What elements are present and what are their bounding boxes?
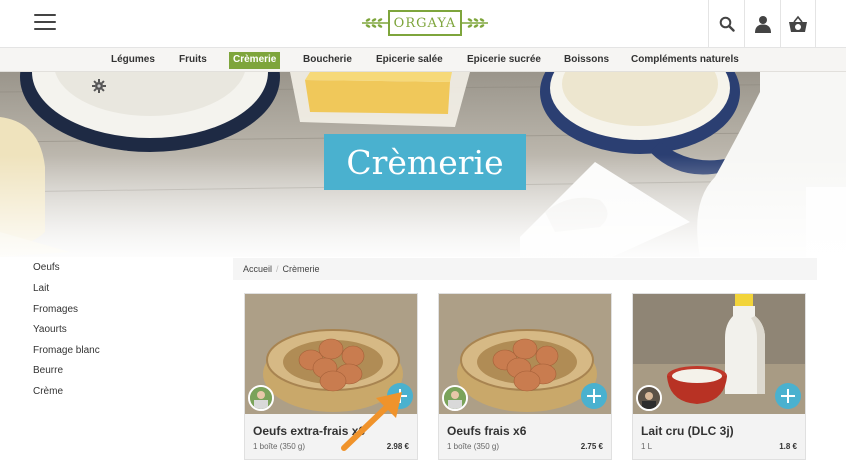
logo-text: ORGAYA [393, 15, 457, 31]
sidebar-item-beurre[interactable]: Beurre [33, 365, 63, 376]
product-quantity: 1 L [641, 442, 653, 451]
pointer-arrow-icon [341, 392, 402, 451]
page-title: Crèmerie [324, 134, 526, 190]
sidebar-item-creme[interactable]: Crème [33, 386, 63, 397]
wheat-left-icon [362, 18, 388, 28]
nav-complements-naturels[interactable]: Compléments naturels [627, 52, 743, 69]
breadcrumb-home[interactable]: Accueil [243, 264, 272, 274]
product-image[interactable] [633, 294, 805, 414]
product-quantity: 1 boîte (350 g) [253, 442, 306, 451]
nav-boissons[interactable]: Boissons [560, 52, 613, 69]
nav-boucherie[interactable]: Boucherie [299, 52, 356, 69]
nav-cremerie[interactable]: Crèmerie [229, 52, 281, 69]
nav-legumes[interactable]: Légumes [107, 52, 159, 69]
page-title-text: Crèmerie [346, 142, 504, 182]
cart-button[interactable] [780, 0, 816, 48]
site-header: ORGAYA [0, 0, 846, 48]
product-info: Lait cru (DLC 3j) 1 L 1.8 € [633, 414, 805, 459]
account-button[interactable] [744, 0, 780, 48]
product-name[interactable]: Oeufs frais x6 [447, 424, 603, 438]
breadcrumb: Accueil / Crèmerie [233, 258, 817, 280]
sidebar-item-fromage-blanc[interactable]: Fromage blanc [33, 345, 100, 356]
search-icon [719, 16, 735, 32]
menu-icon[interactable] [34, 14, 56, 32]
product-card[interactable]: Oeufs frais x6 1 boîte (350 g) 2.75 € [438, 293, 612, 460]
product-quantity: 1 boîte (350 g) [447, 442, 500, 451]
sidebar-item-lait[interactable]: Lait [33, 283, 49, 294]
add-to-cart-button[interactable] [775, 383, 801, 409]
sidebar-item-fromages[interactable]: Fromages [33, 304, 78, 315]
user-icon [754, 16, 771, 33]
sidebar-item-oeufs[interactable]: Oeufs [33, 262, 60, 273]
site-logo[interactable]: ORGAYA [362, 8, 488, 38]
nav-fruits[interactable]: Fruits [175, 52, 211, 69]
logo-frame: ORGAYA [388, 10, 462, 36]
gear-icon[interactable] [92, 79, 106, 93]
producer-avatar[interactable] [248, 385, 274, 411]
producer-avatar[interactable] [442, 385, 468, 411]
product-name[interactable]: Lait cru (DLC 3j) [641, 424, 797, 438]
product-info: Oeufs frais x6 1 boîte (350 g) 2.75 € [439, 414, 611, 459]
nav-epicerie-sucree[interactable]: Epicerie sucrée [463, 52, 545, 69]
breadcrumb-current: Crèmerie [282, 264, 320, 274]
product-image[interactable] [439, 294, 611, 414]
search-button[interactable] [708, 0, 744, 48]
category-hero: Crèmerie [0, 72, 846, 257]
product-card[interactable]: Lait cru (DLC 3j) 1 L 1.8 € [632, 293, 806, 460]
product-price: 1.8 € [779, 442, 797, 451]
producer-avatar[interactable] [636, 385, 662, 411]
basket-icon [789, 15, 807, 32]
add-to-cart-button[interactable] [581, 383, 607, 409]
breadcrumb-separator: / [276, 264, 279, 274]
nav-epicerie-salee[interactable]: Epicerie salée [372, 52, 447, 69]
category-nav: Légumes Fruits Crèmerie Boucherie Epicer… [0, 48, 846, 72]
product-price: 2.75 € [580, 442, 603, 451]
sidebar-item-yaourts[interactable]: Yaourts [33, 324, 67, 335]
wheat-right-icon [462, 18, 488, 28]
